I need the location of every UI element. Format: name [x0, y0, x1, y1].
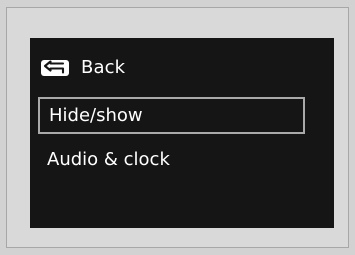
- back-button[interactable]: Back: [40, 54, 125, 82]
- back-label: Back: [81, 57, 126, 78]
- back-icon: [41, 60, 69, 76]
- menu-item-audio-clock[interactable]: Audio & clock: [38, 141, 305, 178]
- menu-screen: Back Hide/show Audio & clock: [30, 38, 334, 228]
- menu-item-hide-show[interactable]: Hide/show: [38, 97, 305, 134]
- menu-item-label: Audio & clock: [47, 148, 170, 170]
- menu-item-label: Hide/show: [49, 104, 143, 126]
